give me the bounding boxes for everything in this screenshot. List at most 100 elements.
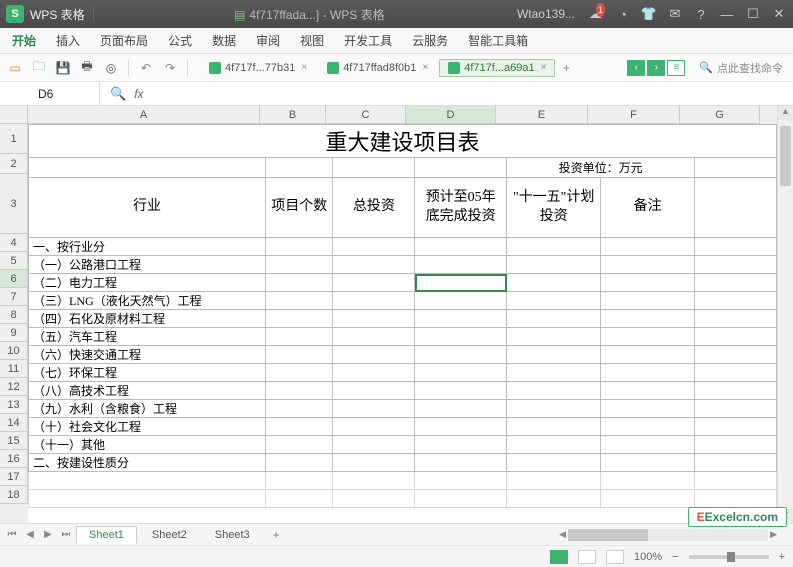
row-header[interactable]: 4 [0,234,28,252]
table-header[interactable]: 备注 [601,178,695,238]
menu-view[interactable]: 视图 [300,32,324,49]
cell[interactable] [695,310,777,328]
cell[interactable] [333,328,415,346]
scroll-thumb[interactable] [780,126,791,186]
cell[interactable] [695,346,777,364]
sheet-tab[interactable]: Sheet1 [76,526,137,544]
cell[interactable] [601,454,695,472]
col-header-c[interactable]: C [326,106,406,124]
cell[interactable] [601,292,695,310]
feedback-icon[interactable]: ✉ [667,6,683,22]
cell[interactable] [266,364,333,382]
save-icon[interactable]: 💾 [54,59,72,77]
redo-icon[interactable]: ↷ [161,59,179,77]
cell[interactable] [695,238,777,256]
cell[interactable] [695,382,777,400]
cell[interactable] [507,310,601,328]
close-tab-icon[interactable]: × [541,62,547,73]
cell[interactable] [601,310,695,328]
table-header[interactable]: 项目个数 [266,178,333,238]
table-header[interactable]: 行业 [29,178,266,238]
cell[interactable] [695,256,777,274]
row-header[interactable]: 11 [0,360,28,378]
col-header-e[interactable]: E [496,106,588,124]
cell[interactable] [601,364,695,382]
cell[interactable] [333,292,415,310]
row-header[interactable]: 16 [0,450,28,468]
table-header[interactable]: 预计至05年底完成投资 [415,178,507,238]
row-header[interactable]: 7 [0,288,28,306]
row-header[interactable]: 18 [0,486,28,504]
row-label[interactable]: （一）公路港口工程 [29,256,266,274]
row-label[interactable]: （十）社会文化工程 [29,418,266,436]
cell[interactable] [695,400,777,418]
cell[interactable] [695,328,777,346]
menu-formula[interactable]: 公式 [168,32,192,49]
row-label[interactable]: （三）LNG（液化天然气）工程 [29,292,266,310]
cell[interactable] [333,364,415,382]
cell[interactable] [507,328,601,346]
cell[interactable] [415,238,507,256]
col-header-d[interactable]: D [406,106,496,124]
cell[interactable] [333,400,415,418]
name-dropdown-icon[interactable]: 🔍 [110,86,126,102]
new-icon[interactable]: ▭ [6,59,24,77]
row-header[interactable]: 14 [0,414,28,432]
cell[interactable] [601,256,695,274]
table-header[interactable]: 总投资 [333,178,415,238]
row-label[interactable]: （四）石化及原材料工程 [29,310,266,328]
row-header[interactable]: 8 [0,306,28,324]
row-header[interactable]: 2 [0,154,28,174]
sheet-tab[interactable]: Sheet3 [202,526,263,544]
cell[interactable] [333,382,415,400]
minimize-icon[interactable]: — [719,6,735,22]
close-icon[interactable]: ✕ [771,6,787,22]
tab-prev-icon[interactable]: ‹ [627,60,645,76]
shield-icon[interactable]: ◔ [615,6,631,22]
menu-data[interactable]: 数据 [212,32,236,49]
zoom-out-icon[interactable]: − [672,551,678,563]
cell[interactable] [333,310,415,328]
spreadsheet-grid[interactable]: A B C D E F G 12345678910111213141516171… [0,106,793,523]
row-label[interactable]: 二、按建设性质分 [29,454,266,472]
menu-dev-tools[interactable]: 开发工具 [344,32,392,49]
row-header[interactable]: 13 [0,396,28,414]
preview-icon[interactable]: ◎ [102,59,120,77]
tab-list-icon[interactable]: ≡ [667,60,685,76]
cell[interactable] [333,274,415,292]
col-header-a[interactable]: A [28,106,260,124]
cell[interactable] [695,274,777,292]
row-header[interactable]: 15 [0,432,28,450]
cell[interactable] [266,274,333,292]
cloud-icon[interactable]: ☁1 [589,6,605,22]
cell-reference[interactable]: D6 [0,82,100,105]
cell[interactable] [266,238,333,256]
cell[interactable] [266,382,333,400]
help-icon[interactable]: ? [693,6,709,22]
cell[interactable] [601,238,695,256]
cell[interactable] [601,346,695,364]
cell[interactable] [266,256,333,274]
open-icon[interactable]: 🗀 [30,59,48,77]
zoom-level[interactable]: 100% [634,551,662,563]
row-header[interactable]: 9 [0,324,28,342]
cell[interactable] [415,382,507,400]
cell[interactable] [507,454,601,472]
table-header[interactable]: "十一五"计划投资 [507,178,601,238]
row-header[interactable]: 17 [0,468,28,486]
cell[interactable] [333,418,415,436]
sheet-first-icon[interactable]: ⏮ [4,527,20,543]
doc-tab[interactable]: 4f717ffad8f0b1× [318,59,437,77]
cell[interactable] [415,256,507,274]
table-title[interactable]: 重大建设项目表 [29,125,777,158]
cell[interactable] [266,400,333,418]
cell[interactable] [266,454,333,472]
view-page-icon[interactable] [578,550,596,564]
sheet-last-icon[interactable]: ⏭ [58,527,74,543]
cells-area[interactable]: 重大建设项目表投资单位：万元行业项目个数总投资预计至05年底完成投资"十一五"计… [28,124,777,523]
cell[interactable] [415,328,507,346]
cell[interactable] [601,400,695,418]
cell[interactable] [415,436,507,454]
cell[interactable] [333,436,415,454]
hscroll-left-icon[interactable]: ◀ [559,529,566,540]
